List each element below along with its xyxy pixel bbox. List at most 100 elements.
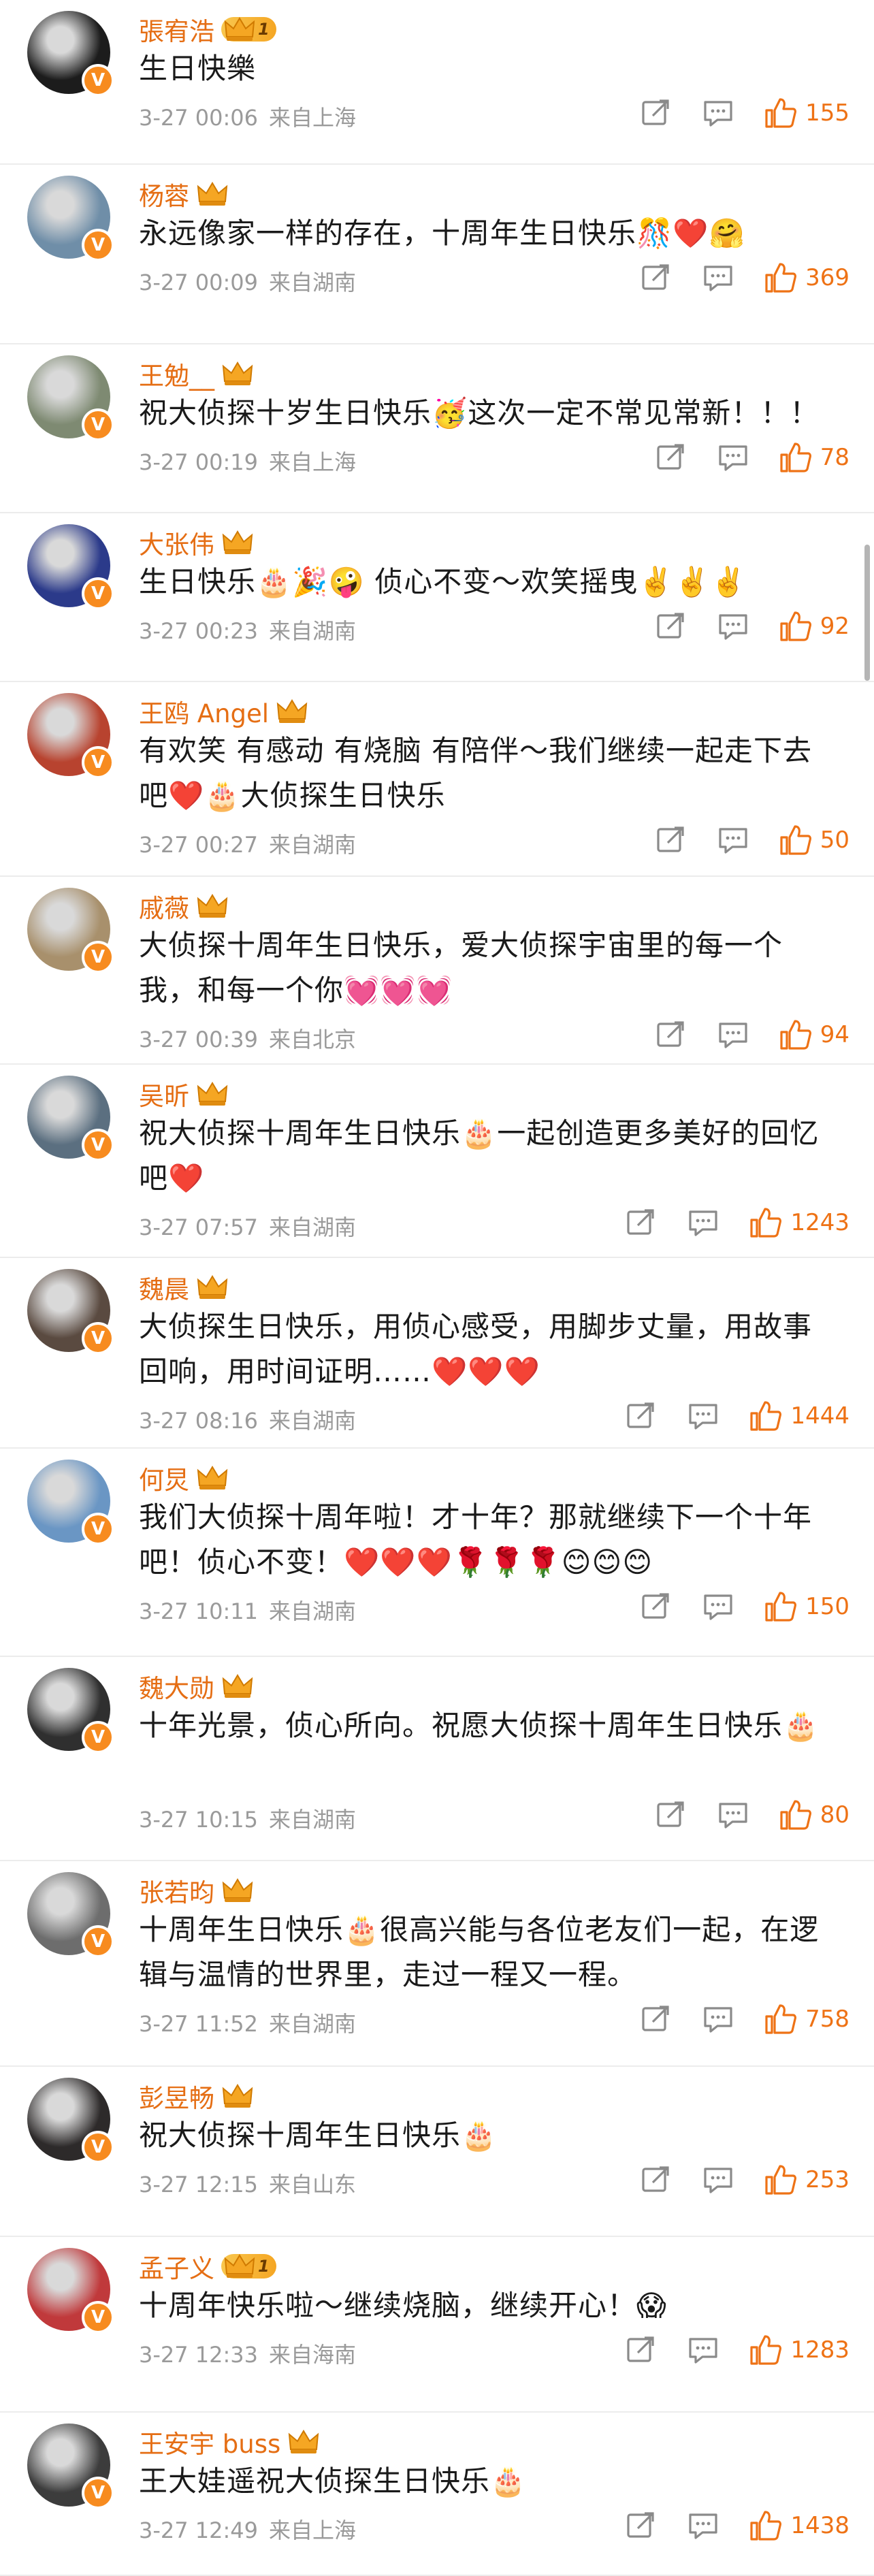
like-button[interactable]: 155 [762,94,849,132]
like-count: 92 [820,613,849,640]
like-button[interactable]: 1438 [747,2507,849,2545]
like-count: 369 [805,264,849,291]
user-name[interactable]: 魏晨 [139,1269,189,1306]
avatar[interactable]: V [27,524,114,610]
like-button[interactable]: 150 [762,1588,849,1626]
share-icon[interactable] [621,1204,660,1242]
share-icon[interactable] [651,607,690,645]
comment-icon[interactable] [699,1588,737,1626]
comment-meta: 3-27 00:23 来自湖南 [139,614,356,645]
user-name[interactable]: 魏大勋 [139,1668,214,1705]
share-icon[interactable] [636,259,675,297]
name-line: 魏晨 [139,1269,229,1306]
like-button[interactable]: 92 [777,607,849,645]
share-icon[interactable] [651,821,690,859]
like-button[interactable]: 1444 [747,1397,849,1435]
comment-actions: 1444 [621,1397,849,1435]
share-icon[interactable] [651,1016,690,1054]
comment-text: 十周年生日快乐🎂很高兴能与各位老友们一起，在逻辑与温情的世界里，走过一程又一程。 [139,1913,820,1991]
like-button[interactable]: 1283 [747,2331,849,2369]
user-name[interactable]: 孟子义 [139,2248,214,2285]
avatar[interactable]: V [27,1872,114,1958]
comment-date: 3-27 07:57 [139,1214,259,1240]
like-button[interactable]: 78 [777,438,849,477]
share-icon[interactable] [636,2161,675,2199]
share-icon[interactable] [636,1588,675,1626]
comment-icon[interactable] [699,259,737,297]
user-name[interactable]: 彭昱畅 [139,2078,214,2114]
comment-icon[interactable] [684,2507,722,2545]
like-button[interactable]: 1243 [747,1204,849,1242]
share-icon[interactable] [621,1397,660,1435]
like-button[interactable]: 253 [762,2161,849,2199]
like-button[interactable]: 369 [762,259,849,297]
comment-icon[interactable] [699,2161,737,2199]
comment-icon[interactable] [684,1397,722,1435]
share-icon[interactable] [636,2000,675,2038]
comment-icon[interactable] [684,1204,722,1242]
thumbs-up-icon [762,259,800,297]
comment-text: 我们大侦探十周年啦！才十年？那就继续下一个十年吧！侦心不变！❤️❤️❤️🌹🌹🌹😊… [139,1500,813,1579]
comment-meta: 3-27 11:52 来自湖南 [139,2007,356,2038]
user-name[interactable]: 张若昀 [139,1872,214,1909]
share-icon[interactable] [636,94,675,132]
user-name[interactable]: 何炅 [139,1460,189,1496]
scrollbar[interactable] [864,545,870,681]
avatar[interactable]: V [27,2078,114,2163]
avatar[interactable]: V [27,1269,114,1355]
user-name[interactable]: 大张伟 [139,524,214,561]
avatar[interactable]: V [27,355,114,441]
share-icon[interactable] [621,2507,660,2545]
comment-actions: 369 [636,259,849,297]
comment-icon[interactable] [714,821,752,859]
like-button[interactable]: 50 [777,821,849,859]
user-name[interactable]: 張宥浩 [139,11,214,48]
comment-text: 有欢笑 有感动 有烧脑 有陪伴～我们继续一起走下去吧❤️🎂大侦探生日快乐 [139,734,813,812]
share-icon[interactable] [651,1796,690,1834]
avatar[interactable]: V [27,2424,114,2509]
level-badge: 1 [221,2254,276,2279]
like-count: 758 [805,2006,849,2033]
comment-icon[interactable] [684,2331,722,2369]
like-button[interactable]: 758 [762,2000,849,2038]
comment-icon[interactable] [714,438,752,477]
comment-icon[interactable] [699,2000,737,2038]
comment-actions: 155 [636,94,849,132]
avatar[interactable]: V [27,1460,114,1545]
crown-icon [196,1274,229,1301]
avatar[interactable]: V [27,176,114,261]
like-button[interactable]: 94 [777,1016,849,1054]
avatar[interactable]: V [27,1668,114,1754]
like-count: 1283 [790,2336,849,2364]
avatar[interactable]: V [27,693,114,779]
user-name[interactable]: 王勉__ [139,355,214,392]
name-line: 戚薇 [139,888,229,924]
avatar[interactable]: V [27,1076,114,1161]
avatar[interactable]: V [27,2248,114,2334]
avatar[interactable]: V [27,11,114,97]
user-name[interactable]: 王安宇 buss [139,2424,280,2460]
comment-location: 来自湖南 [269,1807,357,1833]
user-name[interactable]: 戚薇 [139,888,189,924]
comment-actions: 80 [651,1796,849,1834]
share-icon[interactable] [651,438,690,477]
thumbs-up-icon [747,1204,785,1242]
user-name[interactable]: 吴昕 [139,1076,189,1112]
like-button[interactable]: 80 [777,1796,849,1834]
comment-icon[interactable] [714,607,752,645]
comment-date: 3-27 12:15 [139,2172,259,2197]
comment-icon[interactable] [714,1796,752,1834]
comment-location: 来自湖南 [269,832,357,858]
name-line: 王安宇 buss [139,2424,320,2460]
share-icon[interactable] [621,2331,660,2369]
avatar[interactable]: V [27,888,114,973]
comment-item: V 吴昕 祝大侦探十周年生日快乐🎂一起创造更多美好的回忆吧❤️ 3-27 07:57 来… [0,1065,874,1258]
like-count: 78 [820,444,849,471]
comment-icon[interactable] [699,94,737,132]
crown-icon [276,698,308,725]
comment-actions: 1438 [621,2507,849,2545]
user-name[interactable]: 王鸥 Angel [139,693,269,730]
comment-icon[interactable] [714,1016,752,1054]
user-name[interactable]: 杨蓉 [139,176,189,212]
crown-icon [196,892,229,920]
